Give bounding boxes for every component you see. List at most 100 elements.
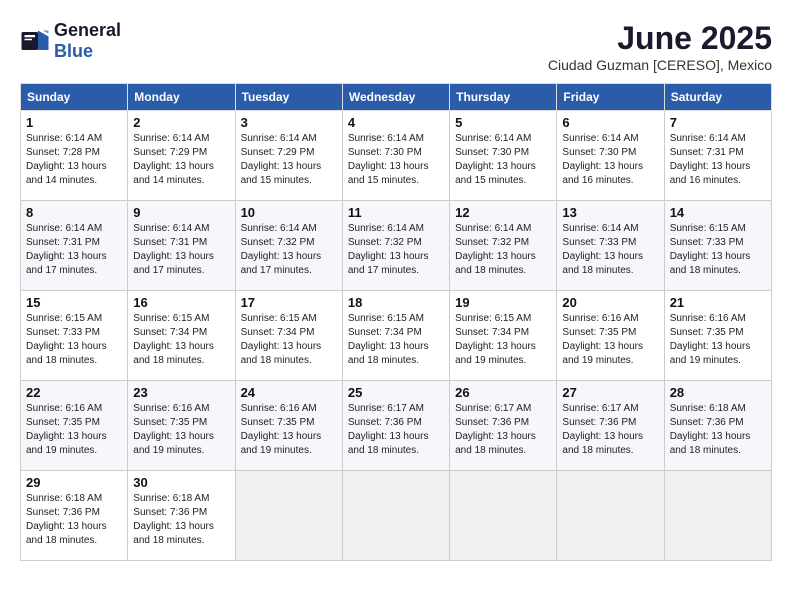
calendar-row: 15 Sunrise: 6:15 AM Sunset: 7:33 PM Dayl… <box>21 291 772 381</box>
day-info: Sunrise: 6:14 AM Sunset: 7:30 PM Dayligh… <box>348 132 444 188</box>
col-wednesday: Wednesday <box>342 84 449 111</box>
table-row: 13 Sunrise: 6:14 AM Sunset: 7:33 PM Dayl… <box>557 201 664 291</box>
table-row: 19 Sunrise: 6:15 AM Sunset: 7:34 PM Dayl… <box>450 291 557 381</box>
table-row: 23 Sunrise: 6:16 AM Sunset: 7:35 PM Dayl… <box>128 381 235 471</box>
calendar-row: 22 Sunrise: 6:16 AM Sunset: 7:35 PM Dayl… <box>21 381 772 471</box>
col-thursday: Thursday <box>450 84 557 111</box>
day-info: Sunrise: 6:17 AM Sunset: 7:36 PM Dayligh… <box>348 402 444 458</box>
day-number: 18 <box>348 295 444 310</box>
day-number: 13 <box>562 205 658 220</box>
table-row: 4 Sunrise: 6:14 AM Sunset: 7:30 PM Dayli… <box>342 111 449 201</box>
day-info: Sunrise: 6:14 AM Sunset: 7:32 PM Dayligh… <box>455 222 551 278</box>
day-info: Sunrise: 6:14 AM Sunset: 7:31 PM Dayligh… <box>26 222 122 278</box>
table-row: 28 Sunrise: 6:18 AM Sunset: 7:36 PM Dayl… <box>664 381 771 471</box>
day-number: 21 <box>670 295 766 310</box>
day-info: Sunrise: 6:18 AM Sunset: 7:36 PM Dayligh… <box>670 402 766 458</box>
table-row: 9 Sunrise: 6:14 AM Sunset: 7:31 PM Dayli… <box>128 201 235 291</box>
day-number: 17 <box>241 295 337 310</box>
table-row: 29 Sunrise: 6:18 AM Sunset: 7:36 PM Dayl… <box>21 471 128 561</box>
day-number: 27 <box>562 385 658 400</box>
day-number: 5 <box>455 115 551 130</box>
col-tuesday: Tuesday <box>235 84 342 111</box>
table-row: 7 Sunrise: 6:14 AM Sunset: 7:31 PM Dayli… <box>664 111 771 201</box>
day-number: 8 <box>26 205 122 220</box>
day-number: 20 <box>562 295 658 310</box>
day-info: Sunrise: 6:16 AM Sunset: 7:35 PM Dayligh… <box>133 402 229 458</box>
day-number: 16 <box>133 295 229 310</box>
day-number: 11 <box>348 205 444 220</box>
logo: General Blue <box>20 20 121 62</box>
day-info: Sunrise: 6:15 AM Sunset: 7:34 PM Dayligh… <box>455 312 551 368</box>
day-number: 7 <box>670 115 766 130</box>
table-row: 10 Sunrise: 6:14 AM Sunset: 7:32 PM Dayl… <box>235 201 342 291</box>
day-number: 26 <box>455 385 551 400</box>
logo-icon <box>20 26 50 56</box>
table-row: 25 Sunrise: 6:17 AM Sunset: 7:36 PM Dayl… <box>342 381 449 471</box>
table-row <box>450 471 557 561</box>
day-number: 1 <box>26 115 122 130</box>
day-info: Sunrise: 6:14 AM Sunset: 7:29 PM Dayligh… <box>133 132 229 188</box>
location-title: Ciudad Guzman [CERESO], Mexico <box>548 57 772 73</box>
day-number: 30 <box>133 475 229 490</box>
day-number: 10 <box>241 205 337 220</box>
table-row: 5 Sunrise: 6:14 AM Sunset: 7:30 PM Dayli… <box>450 111 557 201</box>
table-row: 11 Sunrise: 6:14 AM Sunset: 7:32 PM Dayl… <box>342 201 449 291</box>
col-monday: Monday <box>128 84 235 111</box>
table-row <box>235 471 342 561</box>
day-number: 3 <box>241 115 337 130</box>
header-row: Sunday Monday Tuesday Wednesday Thursday… <box>21 84 772 111</box>
day-info: Sunrise: 6:15 AM Sunset: 7:33 PM Dayligh… <box>670 222 766 278</box>
table-row: 22 Sunrise: 6:16 AM Sunset: 7:35 PM Dayl… <box>21 381 128 471</box>
table-row: 27 Sunrise: 6:17 AM Sunset: 7:36 PM Dayl… <box>557 381 664 471</box>
day-info: Sunrise: 6:14 AM Sunset: 7:31 PM Dayligh… <box>670 132 766 188</box>
calendar-row: 1 Sunrise: 6:14 AM Sunset: 7:28 PM Dayli… <box>21 111 772 201</box>
day-info: Sunrise: 6:14 AM Sunset: 7:31 PM Dayligh… <box>133 222 229 278</box>
col-sunday: Sunday <box>21 84 128 111</box>
day-info: Sunrise: 6:15 AM Sunset: 7:34 PM Dayligh… <box>241 312 337 368</box>
calendar-row: 8 Sunrise: 6:14 AM Sunset: 7:31 PM Dayli… <box>21 201 772 291</box>
table-row: 2 Sunrise: 6:14 AM Sunset: 7:29 PM Dayli… <box>128 111 235 201</box>
table-row: 8 Sunrise: 6:14 AM Sunset: 7:31 PM Dayli… <box>21 201 128 291</box>
table-row: 30 Sunrise: 6:18 AM Sunset: 7:36 PM Dayl… <box>128 471 235 561</box>
header: General Blue June 2025 Ciudad Guzman [CE… <box>20 20 772 73</box>
day-number: 14 <box>670 205 766 220</box>
day-info: Sunrise: 6:16 AM Sunset: 7:35 PM Dayligh… <box>241 402 337 458</box>
table-row: 6 Sunrise: 6:14 AM Sunset: 7:30 PM Dayli… <box>557 111 664 201</box>
table-row: 26 Sunrise: 6:17 AM Sunset: 7:36 PM Dayl… <box>450 381 557 471</box>
table-row: 24 Sunrise: 6:16 AM Sunset: 7:35 PM Dayl… <box>235 381 342 471</box>
day-number: 28 <box>670 385 766 400</box>
day-info: Sunrise: 6:15 AM Sunset: 7:34 PM Dayligh… <box>133 312 229 368</box>
day-info: Sunrise: 6:14 AM Sunset: 7:29 PM Dayligh… <box>241 132 337 188</box>
col-saturday: Saturday <box>664 84 771 111</box>
table-row: 14 Sunrise: 6:15 AM Sunset: 7:33 PM Dayl… <box>664 201 771 291</box>
day-info: Sunrise: 6:16 AM Sunset: 7:35 PM Dayligh… <box>562 312 658 368</box>
day-info: Sunrise: 6:14 AM Sunset: 7:28 PM Dayligh… <box>26 132 122 188</box>
logo-text: General Blue <box>54 20 121 62</box>
day-number: 19 <box>455 295 551 310</box>
table-row: 21 Sunrise: 6:16 AM Sunset: 7:35 PM Dayl… <box>664 291 771 381</box>
day-number: 22 <box>26 385 122 400</box>
day-info: Sunrise: 6:18 AM Sunset: 7:36 PM Dayligh… <box>133 492 229 548</box>
calendar-row: 29 Sunrise: 6:18 AM Sunset: 7:36 PM Dayl… <box>21 471 772 561</box>
table-row: 20 Sunrise: 6:16 AM Sunset: 7:35 PM Dayl… <box>557 291 664 381</box>
day-info: Sunrise: 6:14 AM Sunset: 7:30 PM Dayligh… <box>455 132 551 188</box>
day-info: Sunrise: 6:14 AM Sunset: 7:32 PM Dayligh… <box>241 222 337 278</box>
table-row: 15 Sunrise: 6:15 AM Sunset: 7:33 PM Dayl… <box>21 291 128 381</box>
day-number: 29 <box>26 475 122 490</box>
day-info: Sunrise: 6:16 AM Sunset: 7:35 PM Dayligh… <box>26 402 122 458</box>
day-number: 15 <box>26 295 122 310</box>
table-row: 12 Sunrise: 6:14 AM Sunset: 7:32 PM Dayl… <box>450 201 557 291</box>
day-number: 25 <box>348 385 444 400</box>
table-row <box>342 471 449 561</box>
table-row <box>557 471 664 561</box>
title-area: June 2025 Ciudad Guzman [CERESO], Mexico <box>548 20 772 73</box>
col-friday: Friday <box>557 84 664 111</box>
day-number: 2 <box>133 115 229 130</box>
table-row: 1 Sunrise: 6:14 AM Sunset: 7:28 PM Dayli… <box>21 111 128 201</box>
day-info: Sunrise: 6:17 AM Sunset: 7:36 PM Dayligh… <box>455 402 551 458</box>
day-info: Sunrise: 6:14 AM Sunset: 7:32 PM Dayligh… <box>348 222 444 278</box>
day-info: Sunrise: 6:16 AM Sunset: 7:35 PM Dayligh… <box>670 312 766 368</box>
table-row: 3 Sunrise: 6:14 AM Sunset: 7:29 PM Dayli… <box>235 111 342 201</box>
table-row: 18 Sunrise: 6:15 AM Sunset: 7:34 PM Dayl… <box>342 291 449 381</box>
day-info: Sunrise: 6:17 AM Sunset: 7:36 PM Dayligh… <box>562 402 658 458</box>
